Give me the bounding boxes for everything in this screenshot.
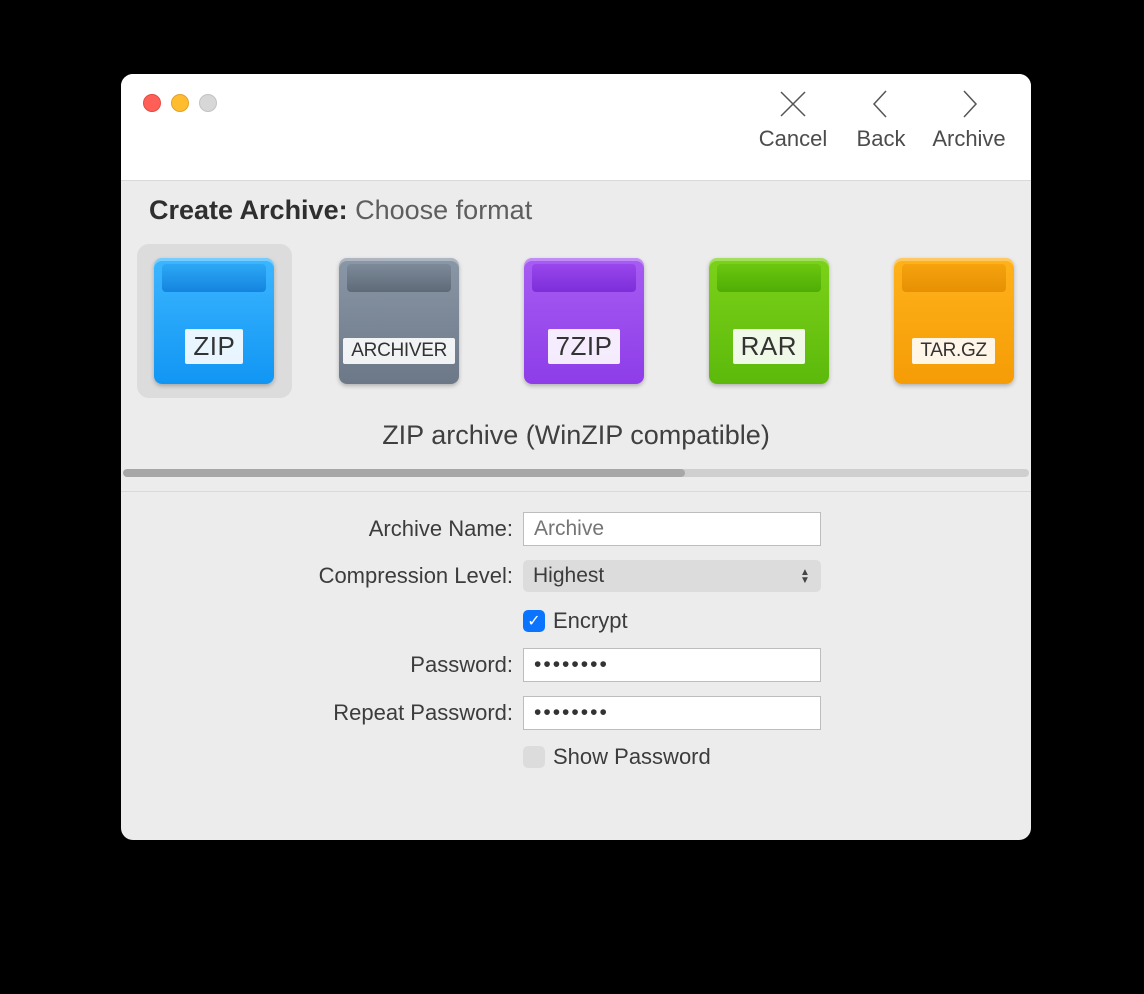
sevenzip-folder-icon: 7ZIP: [524, 258, 644, 384]
progress-bar: [123, 469, 1029, 477]
select-arrows-icon: ▲▼: [799, 569, 811, 584]
archive-button[interactable]: Archive: [925, 82, 1013, 152]
checkbox-empty-icon: [523, 746, 545, 768]
header-title: Create Archive:: [149, 195, 348, 225]
minimize-window-button[interactable]: [171, 94, 189, 112]
show-password-checkbox[interactable]: Show Password: [523, 744, 711, 770]
compression-level-label: Compression Level:: [121, 563, 523, 589]
header: Create Archive: Choose format: [121, 181, 1031, 226]
chevron-right-icon: [947, 82, 991, 126]
format-zip[interactable]: ZIP: [137, 244, 292, 398]
archive-form: Archive Name: Compression Level: Highest…: [121, 492, 1031, 774]
targz-folder-icon: TAR.GZ: [894, 258, 1014, 384]
x-icon: [771, 82, 815, 126]
format-selector: ZIP ARCHIVER 7ZIP RAR TAR.GZ: [121, 226, 1031, 398]
archive-name-label: Archive Name:: [121, 516, 523, 542]
format-7zip[interactable]: 7ZIP: [507, 244, 662, 398]
titlebar: Cancel Back Archive: [121, 74, 1031, 181]
cancel-button[interactable]: Cancel: [749, 82, 837, 152]
chevron-left-icon: [859, 82, 903, 126]
format-rar[interactable]: RAR: [691, 244, 846, 398]
show-password-label: Show Password: [553, 744, 711, 770]
compression-level-select[interactable]: Highest ▲▼: [523, 560, 821, 592]
checkmark-icon: ✓: [523, 610, 545, 632]
toolbar-buttons: Cancel Back Archive: [749, 82, 1013, 152]
close-window-button[interactable]: [143, 94, 161, 112]
maximize-window-button[interactable]: [199, 94, 217, 112]
compression-level-value: Highest: [533, 564, 604, 588]
format-label: RAR: [733, 329, 805, 364]
cancel-label: Cancel: [759, 126, 827, 152]
format-label: ZIP: [185, 329, 243, 364]
back-label: Back: [857, 126, 906, 152]
password-input[interactable]: [523, 648, 821, 682]
format-targz[interactable]: TAR.GZ: [876, 244, 1031, 398]
header-subtitle: Choose format: [355, 195, 532, 225]
archiver-folder-icon: ARCHIVER: [339, 258, 459, 384]
encrypt-label: Encrypt: [553, 608, 628, 634]
repeat-password-input[interactable]: [523, 696, 821, 730]
encrypt-checkbox[interactable]: ✓ Encrypt: [523, 608, 628, 634]
zip-folder-icon: ZIP: [154, 258, 274, 384]
format-label: 7ZIP: [548, 329, 621, 364]
create-archive-window: Cancel Back Archive Create Archive: Choo…: [121, 74, 1031, 840]
archive-name-input[interactable]: [523, 512, 821, 546]
format-label: ARCHIVER: [343, 338, 455, 364]
window-controls: [143, 94, 217, 112]
rar-folder-icon: RAR: [709, 258, 829, 384]
repeat-password-label: Repeat Password:: [121, 700, 523, 726]
format-description: ZIP archive (WinZIP compatible): [121, 420, 1031, 451]
progress-fill: [123, 469, 685, 477]
format-label: TAR.GZ: [912, 338, 994, 364]
back-button[interactable]: Back: [837, 82, 925, 152]
archive-label: Archive: [932, 126, 1005, 152]
format-archiver[interactable]: ARCHIVER: [322, 244, 477, 398]
password-label: Password:: [121, 652, 523, 678]
